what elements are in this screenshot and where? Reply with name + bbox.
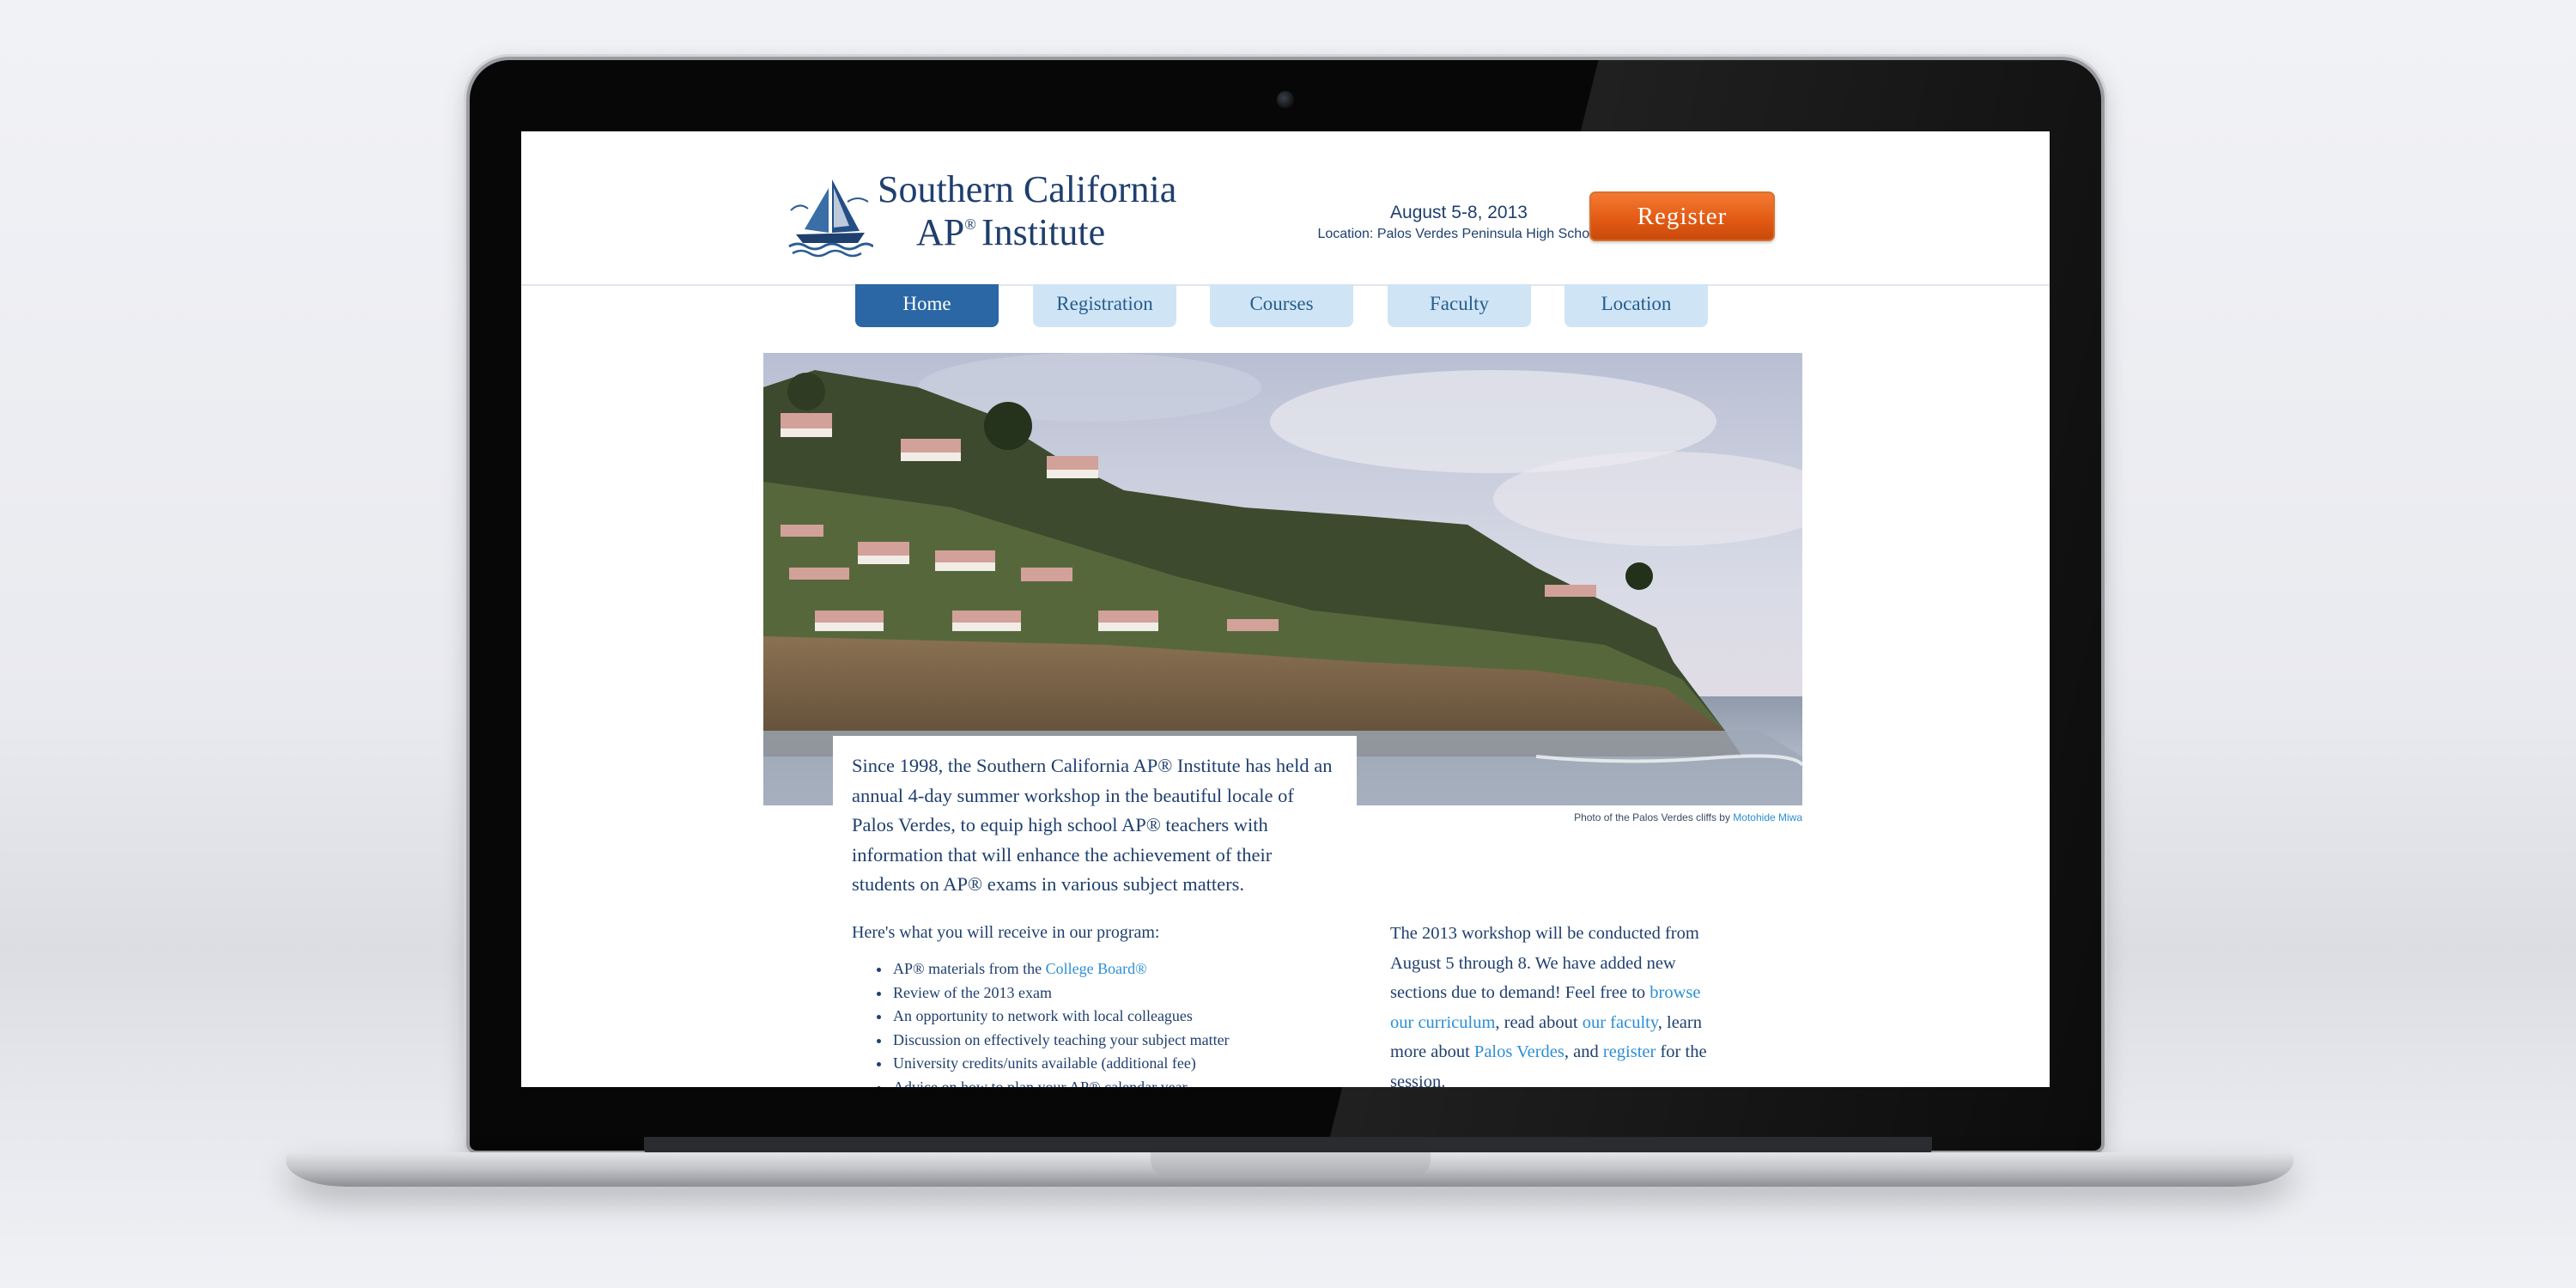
photo-credit-text: Photo of the Palos Verdes cliffs by xyxy=(1574,811,1734,823)
nav-tab-courses[interactable]: Courses xyxy=(1210,284,1353,327)
nav-tab-home[interactable]: Home xyxy=(855,284,999,327)
register-button[interactable]: Register xyxy=(1589,191,1775,241)
laptop-hinge xyxy=(644,1137,1932,1154)
college-board-link[interactable]: College Board® xyxy=(1046,960,1147,977)
photo-credit: Photo of the Palos Verdes cliffs by Moto… xyxy=(1431,811,1802,823)
site-header: Southern California AP® Institute August … xyxy=(521,131,2050,286)
logo-institute-text: Institute xyxy=(981,211,1106,253)
workshop-text-2: , read about xyxy=(1495,1012,1583,1032)
program-heading: Here's what you will receive in our prog… xyxy=(852,923,1160,942)
program-benefits-list: AP® materials from the College Board® Re… xyxy=(852,957,1230,1087)
logo-title-line2[interactable]: AP® Institute xyxy=(916,210,1105,254)
nav-tab-registration[interactable]: Registration xyxy=(1033,284,1176,327)
list-item: Review of the 2013 exam xyxy=(891,981,1230,1005)
intro-paragraph: Since 1998, the Southern California AP® … xyxy=(833,736,1357,908)
event-date: August 5-8, 2013 xyxy=(1390,203,1528,222)
list-item: Discussion on effectively teaching your … xyxy=(891,1029,1230,1053)
list-item: Advice on how to plan your AP® calendar … xyxy=(891,1076,1230,1088)
palos-verdes-link[interactable]: Palos Verdes xyxy=(1474,1042,1564,1061)
register-link[interactable]: register xyxy=(1603,1042,1656,1061)
workshop-paragraph: The 2013 workshop will be conducted from… xyxy=(1390,919,1710,1087)
list-item-text: AP® materials from the xyxy=(893,960,1046,977)
photographer-link[interactable]: Motohide Miwa xyxy=(1733,811,1802,823)
list-item: An opportunity to network with local col… xyxy=(891,1005,1230,1029)
workshop-text-4: , and xyxy=(1564,1042,1603,1061)
list-item: AP® materials from the College Board® xyxy=(891,957,1230,981)
registered-mark: ® xyxy=(964,216,976,233)
logo-ap-text: AP xyxy=(916,211,965,253)
list-item: University credits/units available (addi… xyxy=(891,1052,1230,1076)
faculty-link[interactable]: our faculty xyxy=(1583,1013,1658,1032)
sailboat-logo-icon[interactable] xyxy=(787,176,873,258)
nav-tab-faculty[interactable]: Faculty xyxy=(1388,284,1531,327)
laptop-notch xyxy=(1151,1152,1431,1178)
website-screen: Southern California AP® Institute August … xyxy=(521,131,2050,1087)
main-nav: Home Registration Courses Faculty Locati… xyxy=(521,284,2050,332)
camera-icon xyxy=(1277,91,1294,108)
logo-title-line1[interactable]: Southern California xyxy=(878,167,1176,211)
nav-tab-location[interactable]: Location xyxy=(1564,284,1708,327)
